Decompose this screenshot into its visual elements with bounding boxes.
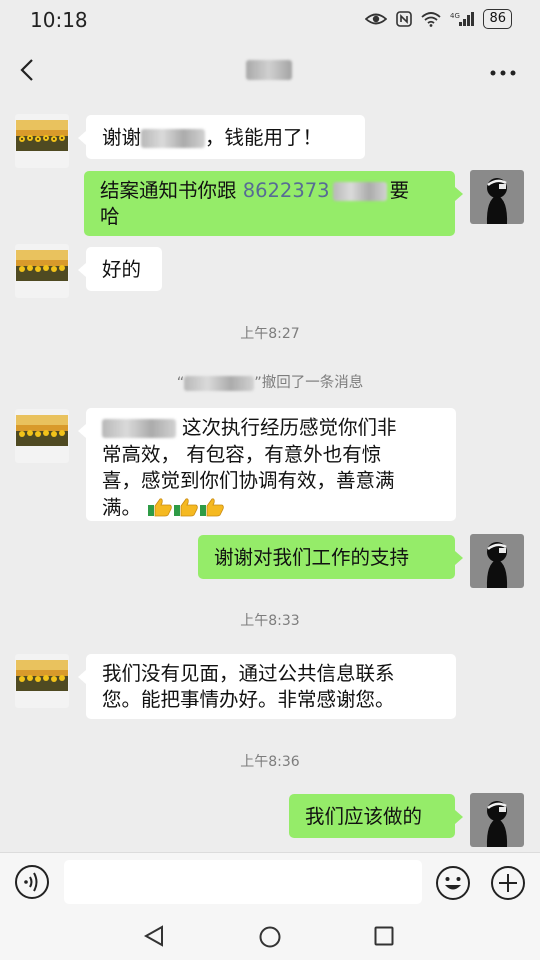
message-text: 您。能把事情办好。非常感谢您。 [102, 688, 395, 711]
message-text: 哈 [100, 205, 120, 228]
eye-icon [365, 12, 388, 26]
timestamp: 上午8:36 [240, 754, 300, 770]
battery-icon: 86 [483, 9, 512, 29]
cellular-signal-icon: 4G [450, 11, 475, 27]
message-bubble-sent[interactable]: 谢谢对我们工作的支持 [198, 535, 463, 579]
recall-text: ”撤回了一条消息 [254, 375, 364, 391]
thumbs-up-icon [147, 497, 173, 525]
chevron-left-icon[interactable] [18, 58, 38, 86]
message-bubble-received[interactable]: 好的 [78, 247, 162, 291]
message-bubble-received[interactable]: 我们没有见面，通过公共信息联系 您。能把事情办好。非常感谢您。 [78, 654, 456, 719]
message-text: 常高效， 有包容，有意外也有惊 [102, 442, 382, 466]
message-bubble-received[interactable]: 这次执行经历感觉你们非 常高效， 有包容，有意外也有惊 喜，感觉到你们协调有效，… [78, 408, 456, 521]
recall-quote: “ [176, 375, 185, 391]
nfc-icon [396, 11, 413, 27]
thumbs-up-icon [199, 497, 225, 525]
svg-text:4G: 4G [450, 12, 460, 20]
nav-recent-icon[interactable] [374, 926, 394, 950]
message-text: 好的 [102, 258, 142, 281]
voice-icon[interactable] [14, 864, 50, 900]
emoji-smile-icon[interactable] [434, 864, 472, 902]
message-text: 要 [389, 179, 410, 202]
message-input[interactable] [64, 860, 422, 904]
self-avatar[interactable] [470, 534, 524, 588]
message-text: 谢谢对我们工作的支持 [214, 546, 410, 569]
contact-avatar[interactable] [15, 409, 69, 463]
timestamp: 上午8:27 [240, 326, 300, 342]
message-text: 我们应该做的 [305, 805, 423, 828]
chat-title-redacted [246, 60, 292, 80]
contact-avatar[interactable] [15, 114, 69, 168]
nav-back-icon[interactable] [143, 925, 165, 951]
plus-circle-icon[interactable] [489, 864, 527, 902]
redacted-name [184, 375, 255, 391]
nav-home-icon[interactable] [258, 925, 282, 953]
message-bubble-sent[interactable]: 结案通知书你跟 8622373 要 哈 [84, 171, 463, 236]
status-bar: 10:18 4G 86 [0, 0, 540, 42]
input-bar [0, 852, 540, 911]
phone-number-link[interactable]: 8622373 [243, 179, 330, 202]
status-time: 10:18 [30, 8, 88, 32]
more-dots-icon[interactable] [490, 62, 516, 81]
thumbs-up-icon [173, 497, 199, 525]
contact-avatar[interactable] [15, 654, 69, 708]
redacted-name [332, 182, 387, 201]
message-text: 谢谢 [102, 126, 142, 149]
self-avatar[interactable] [470, 170, 524, 224]
chat-area[interactable]: 谢谢 ，钱能用了！ 结案通知书你跟 8622373 要 哈 好的 上午8:27 “ ”… [0, 96, 540, 852]
message-text: 满。 [102, 495, 142, 519]
message-text: 我们没有见面，通过公共信息联系 [102, 662, 395, 685]
contact-avatar[interactable] [15, 244, 69, 298]
title-bar [0, 44, 540, 96]
message-bubble-received[interactable]: 谢谢 ，钱能用了！ [78, 115, 365, 159]
redacted-name [102, 419, 176, 438]
timestamp: 上午8:33 [240, 613, 300, 629]
redacted-name [141, 129, 206, 148]
recall-notice: “ ”撤回了一条消息 [0, 371, 540, 392]
system-nav-bar [0, 910, 540, 960]
message-text: 结案通知书你跟 [100, 179, 243, 202]
message-text: ，钱能用了！ [205, 126, 323, 149]
self-avatar[interactable] [470, 793, 524, 847]
status-icons: 4G 86 [365, 9, 512, 29]
message-bubble-sent[interactable]: 我们应该做的 [289, 794, 463, 838]
wifi-icon [421, 11, 442, 27]
message-text: 喜，感觉到你们协调有效，善意满 [102, 469, 395, 492]
message-text: 这次执行经历感觉你们非 [182, 416, 397, 439]
